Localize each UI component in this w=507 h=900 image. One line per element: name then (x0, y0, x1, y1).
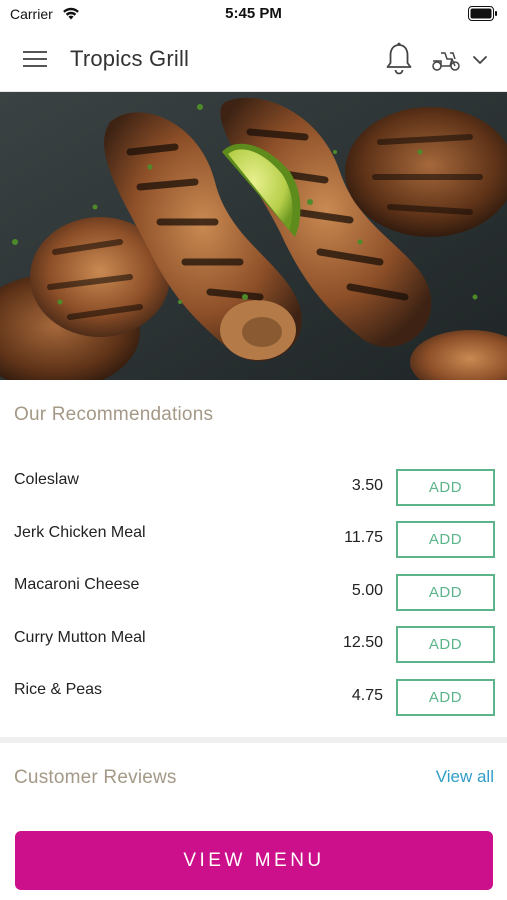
status-time: 5:45 PM (225, 5, 282, 22)
add-button[interactable]: ADD (396, 626, 495, 663)
item-name: Rice & Peas (14, 681, 103, 698)
recommendation-item: Rice & Peas 4.75 ADD (0, 679, 507, 731)
grilled-chicken-illustration (0, 92, 507, 380)
battery-icon (468, 6, 497, 21)
recommendation-item: Jerk Chicken Meal 11.75 ADD (0, 521, 507, 573)
item-name: Curry Mutton Meal (14, 629, 146, 646)
item-price: 5.00 (351, 582, 383, 599)
view-all-reviews-link[interactable]: View all (436, 767, 494, 787)
item-price: 11.75 (344, 529, 383, 546)
item-name: Coleslaw (14, 471, 79, 488)
customer-reviews-title: Customer Reviews (14, 767, 177, 788)
add-button[interactable]: ADD (396, 469, 495, 506)
add-button[interactable]: ADD (396, 679, 495, 716)
app-title: Tropics Grill (70, 46, 190, 71)
app-header: Tropics Grill (0, 28, 507, 92)
item-price: 12.50 (342, 634, 383, 651)
recommendations-title: Our Recommendations (14, 404, 214, 425)
add-button[interactable]: ADD (396, 521, 495, 558)
item-name: Jerk Chicken Meal (14, 524, 146, 541)
recommendation-item: Coleslaw 3.50 ADD (0, 469, 507, 521)
bell-icon[interactable] (384, 42, 414, 76)
item-price: 3.50 (351, 477, 383, 494)
item-name: Macaroni Cheese (14, 576, 140, 593)
hero-image (0, 92, 507, 380)
recommendation-item: Macaroni Cheese 5.00 ADD (0, 574, 507, 626)
status-bar: Carrier 5:45 PM (0, 0, 507, 28)
delivery-scooter-icon[interactable] (430, 47, 462, 73)
recommendation-item: Curry Mutton Meal 12.50 ADD (0, 626, 507, 678)
section-divider (0, 737, 507, 743)
item-price: 4.75 (351, 687, 383, 704)
view-menu-button[interactable]: VIEW MENU (15, 831, 493, 890)
add-button[interactable]: ADD (396, 574, 495, 611)
menu-icon[interactable] (22, 48, 48, 70)
chevron-down-icon[interactable] (472, 53, 488, 67)
